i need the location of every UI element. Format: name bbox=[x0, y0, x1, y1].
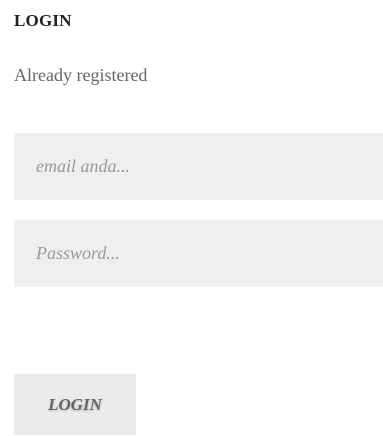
password-input[interactable] bbox=[14, 220, 383, 287]
login-title: LOGIN bbox=[14, 11, 72, 30]
login-panel: LOGIN Already registered LOGIN bbox=[0, 0, 383, 436]
login-subtitle: Already registered bbox=[14, 65, 148, 85]
login-button[interactable]: LOGIN bbox=[14, 374, 136, 435]
email-input[interactable] bbox=[14, 133, 383, 200]
